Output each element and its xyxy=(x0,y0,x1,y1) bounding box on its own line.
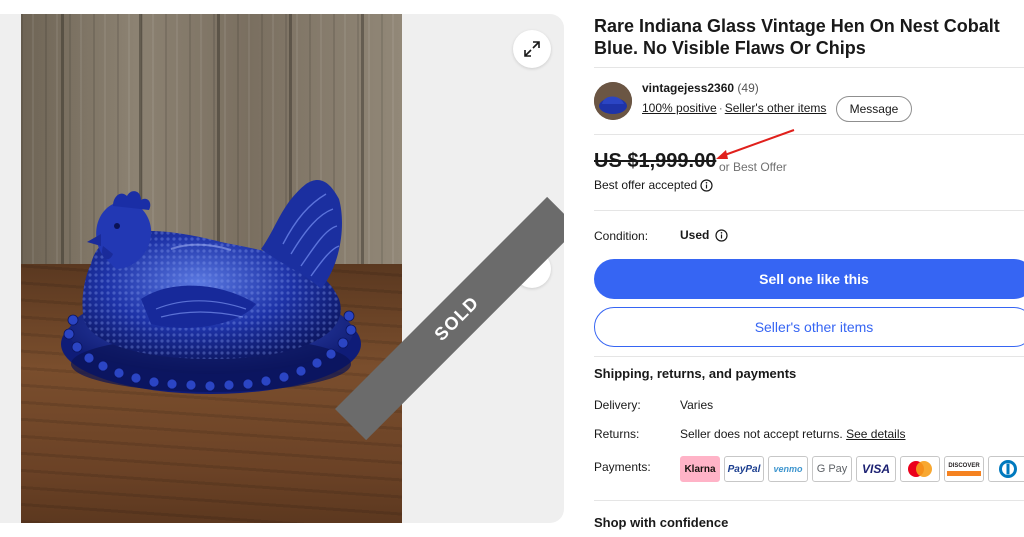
delivery-label: Delivery: xyxy=(594,398,641,412)
seller-username[interactable]: vintagejess2360 xyxy=(642,81,734,95)
sell-one-like-this-button[interactable]: Sell one like this xyxy=(594,259,1024,299)
delivery-value: Varies xyxy=(680,398,714,412)
seller-name[interactable]: vintagejess2360 (49) xyxy=(642,81,759,95)
divider xyxy=(594,210,1024,211)
annotation-arrow xyxy=(716,129,795,159)
seller-other-items-link[interactable]: Seller's other items xyxy=(725,101,827,115)
shipping-section-title: Shipping, returns, and payments xyxy=(594,366,797,381)
returns-label: Returns: xyxy=(594,427,640,441)
seller-links: 100% positive · Seller's other items xyxy=(642,101,827,115)
condition-value: Used xyxy=(680,228,728,242)
feedback-count: (49) xyxy=(737,81,759,95)
expand-icon xyxy=(524,41,540,57)
cobalt-hen-dish-image xyxy=(61,179,361,394)
condition-label: Condition: xyxy=(594,229,649,243)
product-photo[interactable] xyxy=(21,14,402,523)
info-icon[interactable] xyxy=(715,228,728,242)
mastercard-logo xyxy=(900,456,940,482)
divider xyxy=(594,356,1024,357)
diners-club-icon xyxy=(999,460,1017,478)
diners-club-logo xyxy=(988,456,1024,482)
discover-logo: DISCOVER xyxy=(944,456,984,482)
returns-text: Seller does not accept returns. xyxy=(680,427,843,441)
offer-accepted: Best offer accepted xyxy=(594,178,713,192)
google-pay-logo: G Pay xyxy=(812,456,852,482)
payments-label: Payments: xyxy=(594,460,651,474)
mastercard-icon xyxy=(908,461,932,477)
divider xyxy=(594,67,1024,68)
message-button[interactable]: Message xyxy=(836,96,912,122)
expand-button[interactable] xyxy=(513,30,551,68)
listing-page: SOLD Rare Indiana Glass Vintage Hen On N… xyxy=(0,0,1024,537)
divider xyxy=(594,134,1024,135)
see-details-link[interactable]: See details xyxy=(846,427,905,441)
divider xyxy=(594,500,1024,501)
item-title: Rare Indiana Glass Vintage Hen On Nest C… xyxy=(594,16,1000,58)
condition-text: Used xyxy=(680,228,710,242)
payment-methods: Klarna PayPal venmo G Pay VISA DISCOVER xyxy=(680,456,1024,482)
info-icon[interactable] xyxy=(700,178,713,192)
paypal-logo: PayPal xyxy=(724,456,764,482)
shop-with-confidence-title: Shop with confidence xyxy=(594,515,729,530)
offer-accepted-label: Best offer accepted xyxy=(594,178,698,192)
avatar-image xyxy=(594,82,632,120)
seller-other-items-button[interactable]: Seller's other items xyxy=(594,307,1024,347)
image-gallery: SOLD xyxy=(0,14,564,523)
discover-text: DISCOVER xyxy=(948,462,980,469)
price: US $1,999.00 xyxy=(594,150,717,172)
klarna-logo: Klarna xyxy=(680,456,720,482)
venmo-logo: venmo xyxy=(768,456,808,482)
visa-logo: VISA xyxy=(856,456,896,482)
returns-value: Seller does not accept returns. See deta… xyxy=(680,427,905,441)
positive-feedback-link[interactable]: 100% positive xyxy=(642,101,717,115)
sold-label: SOLD xyxy=(430,291,483,345)
seller-avatar[interactable] xyxy=(594,82,632,120)
